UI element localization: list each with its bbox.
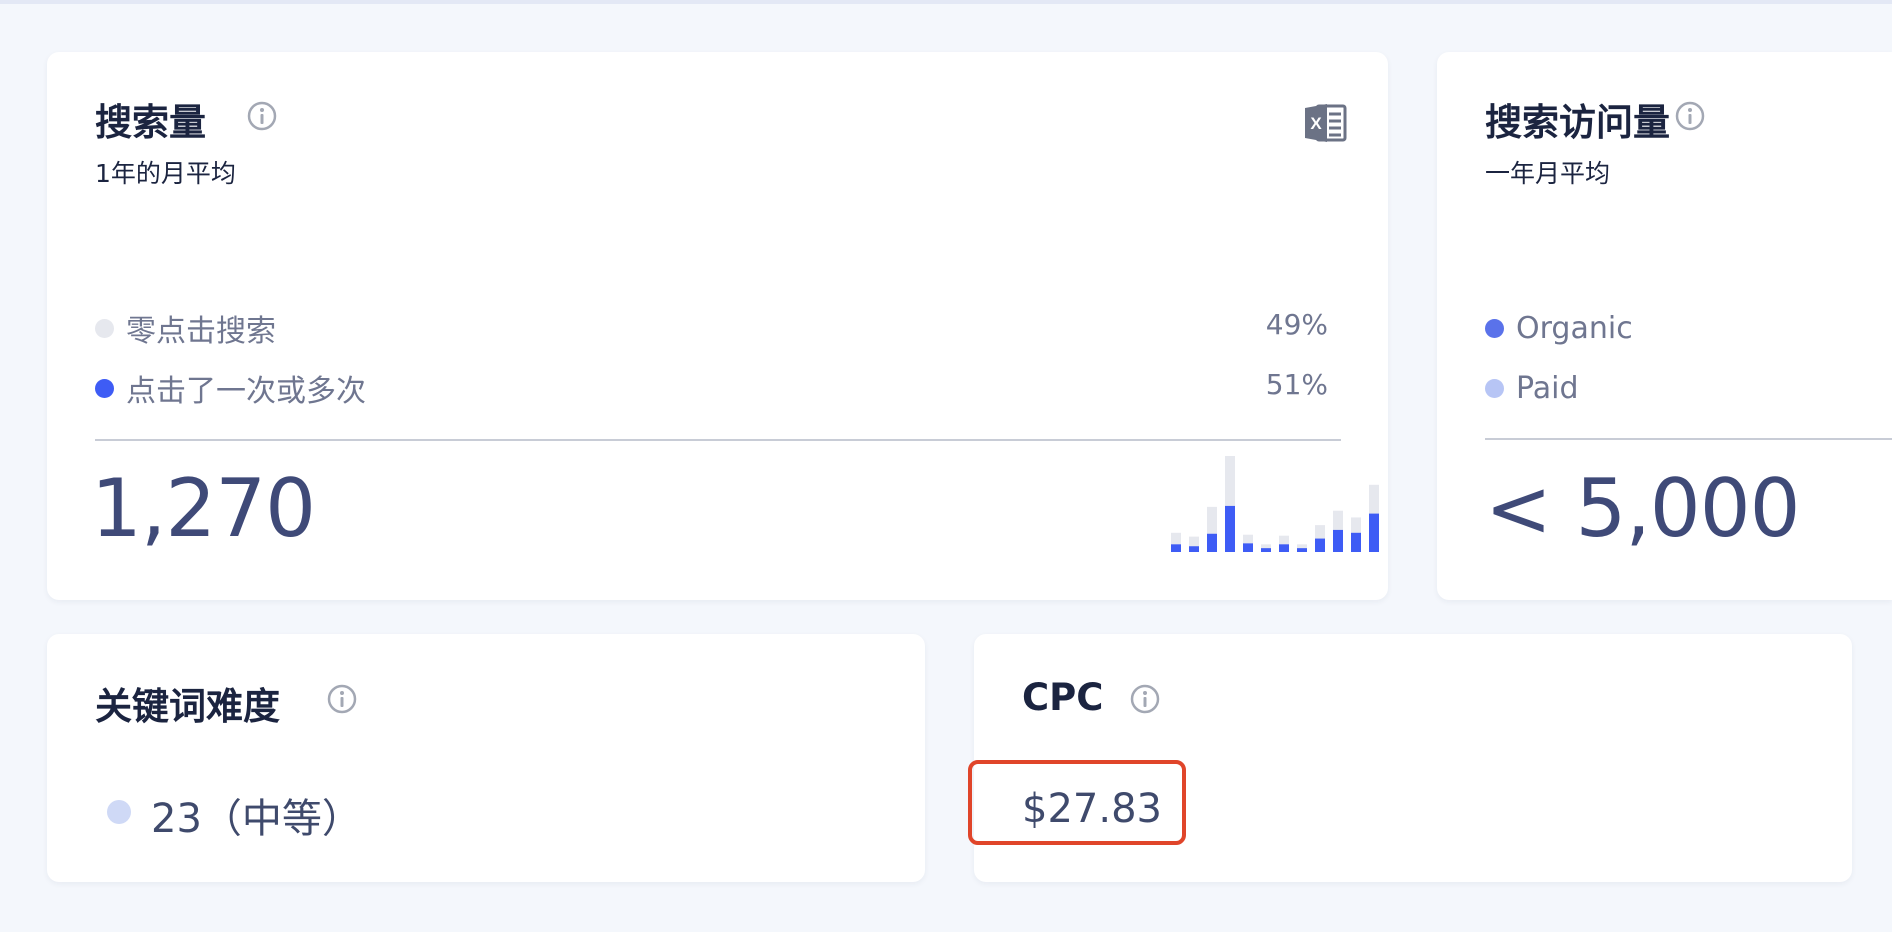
difficulty-dot: [107, 800, 131, 824]
legend-label: Paid: [1516, 370, 1579, 406]
trend-bar-clicked: [1297, 548, 1307, 552]
info-icon[interactable]: [1130, 684, 1160, 714]
legend-item-zero-click: 零点击搜索: [95, 308, 276, 349]
card-title: 关键词难度: [95, 685, 280, 728]
legend-item-organic: Organic: [1485, 308, 1633, 348]
search-traffic-value: < 5,000: [1485, 462, 1800, 555]
trend-bar-clicked: [1351, 532, 1361, 552]
info-icon[interactable]: [327, 684, 357, 714]
trend-bar-clicked: [1171, 544, 1181, 552]
search-volume-value: 1,270: [91, 462, 316, 555]
monthly-trend-chart: [1171, 456, 1379, 552]
divider: [95, 439, 1341, 441]
trend-bar-clicked: [1225, 505, 1235, 552]
trend-bar-clicked: [1369, 513, 1379, 552]
search-volume-card: 搜索量 1年的月平均 X 零点击搜索 49% 点击了一次或多次 51% 1,27…: [47, 52, 1388, 600]
card-title: 搜索访问量: [1485, 101, 1670, 144]
legend-dot: [1485, 378, 1504, 398]
card-title: 搜索量: [95, 101, 206, 144]
keyword-difficulty-value: 23（中等）: [151, 796, 362, 842]
info-icon[interactable]: [247, 101, 277, 131]
cpc-highlight-box: [968, 760, 1186, 845]
trend-bar-clicked: [1207, 533, 1217, 552]
info-icon[interactable]: [1675, 101, 1705, 131]
card-subtitle: 一年月平均: [1485, 159, 1611, 188]
legend-item-paid: Paid: [1485, 368, 1579, 408]
excel-icon[interactable]: X: [1303, 100, 1349, 146]
trend-bar-clicked: [1315, 538, 1325, 552]
legend-label: 点击了一次或多次: [126, 374, 366, 409]
keyword-difficulty-card: 关键词难度 23（中等）: [47, 634, 925, 882]
svg-text:X: X: [1310, 114, 1322, 133]
legend-percentage: 49%: [1265, 308, 1328, 341]
trend-bar-clicked: [1261, 548, 1271, 552]
divider: [1485, 438, 1892, 440]
top-border: [0, 0, 1892, 4]
legend-dot: [95, 378, 114, 398]
legend-label: Organic: [1516, 310, 1633, 346]
trend-bar-clicked: [1243, 543, 1253, 552]
card-title: CPC: [1022, 676, 1104, 719]
trend-bar-clicked: [1333, 529, 1343, 552]
legend-dot: [95, 318, 114, 338]
legend-percentage: 51%: [1265, 368, 1328, 401]
trend-bar-clicked: [1189, 546, 1199, 552]
trend-bar-clicked: [1279, 544, 1289, 552]
legend-item-clicked: 点击了一次或多次: [95, 368, 366, 409]
card-subtitle: 1年的月平均: [95, 159, 236, 188]
search-traffic-card: 搜索访问量 一年月平均 Organic Paid < 5,000: [1437, 52, 1892, 600]
legend-label: 零点击搜索: [126, 314, 276, 349]
legend-dot: [1485, 318, 1504, 338]
